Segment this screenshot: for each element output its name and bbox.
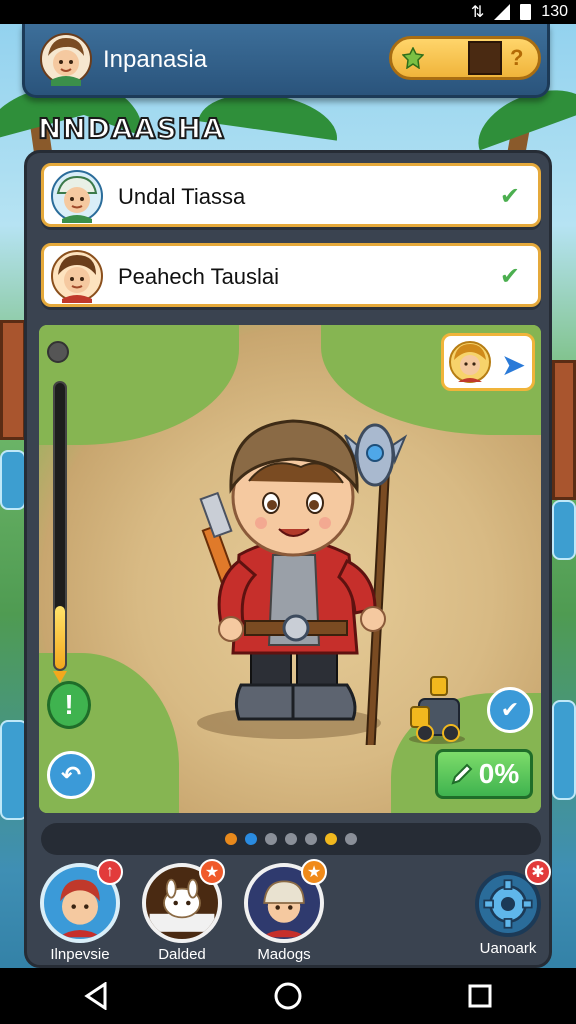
top-header: Inpanasia ? <box>22 24 550 98</box>
nav-item-settings[interactable]: ✱ Uanoark <box>463 859 553 957</box>
status-bar: ⇅ 130 <box>0 0 576 24</box>
hut <box>552 360 576 500</box>
character-avatar-icon <box>51 170 103 223</box>
upgrade-badge-icon: ↑ <box>97 859 123 885</box>
currency-bar[interactable]: ? <box>389 36 541 80</box>
currency-slot <box>468 41 502 75</box>
water <box>0 450 26 510</box>
player-name: Inpanasia <box>103 46 208 73</box>
task-row[interactable]: Peahech Tauslai ✔ <box>41 243 541 307</box>
help-icon[interactable]: ? <box>510 45 523 71</box>
page-dot[interactable] <box>345 833 357 845</box>
hut <box>0 320 26 440</box>
character-avatar-icon <box>51 250 103 303</box>
water <box>552 500 576 560</box>
page-dot[interactable] <box>285 833 297 845</box>
data-icon: ⇅ <box>470 4 485 21</box>
undo-icon[interactable]: ↶ <box>47 751 95 799</box>
robot-companion-icon[interactable] <box>401 665 471 745</box>
alert-badge-icon: ✱ <box>525 859 551 885</box>
nav-label: Madogs <box>257 946 311 963</box>
bottom-nav: ↑ Ilnpevsie ★ Dalded ★ Madogs ✱ Uanoark <box>27 859 555 967</box>
progress-button[interactable]: 0% <box>435 749 533 799</box>
recents-icon[interactable] <box>450 976 510 1016</box>
page-dot[interactable] <box>245 833 257 845</box>
page-dot[interactable] <box>325 833 337 845</box>
alert-button[interactable]: ! <box>47 681 91 729</box>
nav-label: Ilnpevsie <box>50 946 110 963</box>
page-indicator <box>41 823 541 855</box>
system-nav-bar <box>0 968 576 1024</box>
next-character-button[interactable]: ➤ <box>441 333 535 391</box>
vertical-meter <box>53 381 67 683</box>
main-panel: Undal Tiassa ✔ Peahech Tauslai ✔ ! ↶ ✔ ➤… <box>24 150 552 968</box>
player-avatar-icon[interactable] <box>39 32 93 86</box>
progress-value: 0% <box>478 758 520 789</box>
battery-icon <box>520 4 532 20</box>
pencil-icon <box>451 763 473 785</box>
signal-icon <box>494 4 511 20</box>
star-badge-icon: ★ <box>301 859 327 885</box>
nav-label: Dalded <box>158 946 206 963</box>
page-dot[interactable] <box>265 833 277 845</box>
arrow-right-icon: ➤ <box>500 349 526 382</box>
star-badge-icon: ★ <box>199 859 225 885</box>
check-icon: ✔ <box>499 183 520 210</box>
check-icon: ✔ <box>499 263 520 290</box>
water <box>552 700 576 800</box>
page-dot[interactable] <box>305 833 317 845</box>
home-icon[interactable] <box>258 976 318 1016</box>
task-row[interactable]: Undal Tiassa ✔ <box>41 163 541 227</box>
settings-small-icon[interactable] <box>47 341 69 363</box>
nav-item-profile[interactable]: ↑ Ilnpevsie <box>35 859 125 963</box>
nav-item-friends[interactable]: ★ Madogs <box>239 859 329 963</box>
character-avatar-icon <box>449 341 491 383</box>
page-title: NNDAASHA <box>37 111 225 146</box>
back-icon[interactable] <box>66 976 126 1016</box>
nav-item-pets[interactable]: ★ Dalded <box>137 859 227 963</box>
vertical-meter-fill <box>55 606 65 669</box>
status-time: 130 <box>541 3 568 20</box>
task-name: Peahech Tauslai <box>118 264 280 289</box>
nav-label: Uanoark <box>479 940 537 957</box>
page-dot[interactable] <box>225 833 237 845</box>
game-view[interactable]: ! ↶ ✔ ➤ 0% <box>39 325 541 813</box>
hero-character[interactable] <box>169 385 429 745</box>
task-name: Undal Tiassa <box>118 184 246 209</box>
gem-icon <box>402 47 424 69</box>
confirm-check-icon[interactable]: ✔ <box>487 687 533 733</box>
